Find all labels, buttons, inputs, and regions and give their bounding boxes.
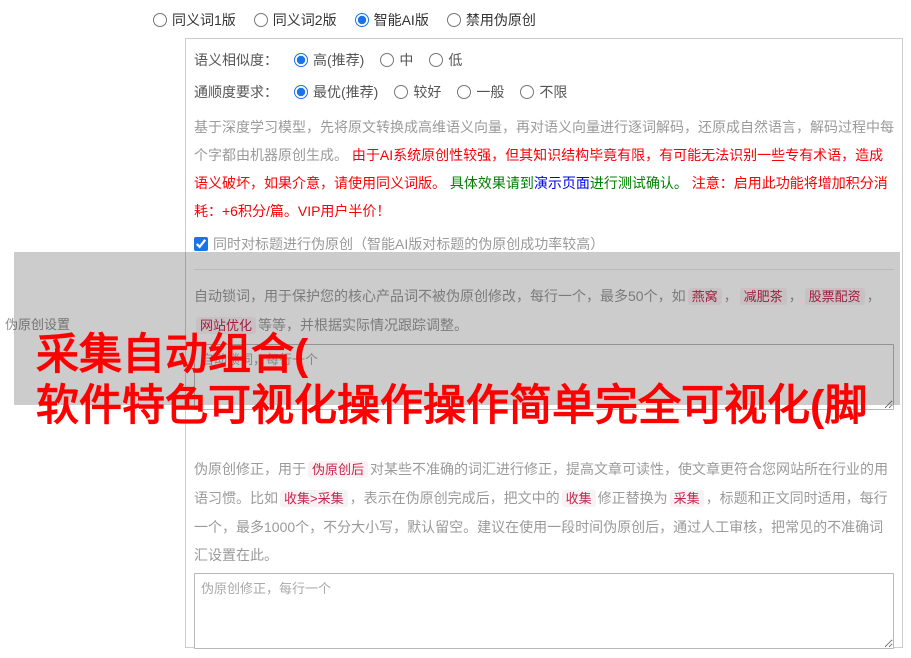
fix-desc-text-4: 修正替换为 [597,490,668,506]
red-watermark-text: 采集自动组合( 软件特色可视化操作操作简单完全可视化(脚 [36,330,867,432]
pseudo-original-version-group: 同义词1版 同义词2版 智能AI版 禁用伪原创 [153,10,536,30]
correction-textarea[interactable] [194,573,894,649]
intro-green-text-2: 进行测试确认。 [589,175,692,191]
radio-fluency-best-input[interactable] [294,85,308,99]
title-pseudo-checkbox-label: 同时对标题进行伪原创（智能AI版对标题的伪原创成功率较高） [213,236,605,252]
radio-smart-ai[interactable]: 智能AI版 [354,10,429,30]
radio-similarity-low-label: 低 [448,52,463,68]
radio-fluency-best[interactable]: 最优(推荐) [294,82,378,102]
fix-desc-text-3: ，表示在伪原创完成后，把文中的 [349,490,560,506]
title-pseudo-checkbox-row[interactable]: 同时对标题进行伪原创（智能AI版对标题的伪原创成功率较高） [194,234,894,254]
radio-synonym-v1[interactable]: 同义词1版 [153,10,236,30]
radio-similarity-high[interactable]: 高(推荐) [294,50,364,70]
radio-synonym-v2-label: 同义词2版 [272,12,337,28]
radio-similarity-mid-label: 中 [399,52,414,68]
radio-disable-pseudo[interactable]: 禁用伪原创 [446,10,536,30]
title-pseudo-checkbox[interactable] [194,237,208,251]
radio-synonym-v2-input[interactable] [253,13,268,27]
fluency-requirement-label: 通顺度要求： [194,84,278,100]
watermark-line-2: 软件特色可视化操作操作简单完全可视化(脚 [36,382,868,430]
watermark-line-1: 采集自动组合( [36,331,309,379]
radio-fluency-normal[interactable]: 一般 [457,82,504,102]
radio-fluency-any-input[interactable] [520,85,535,99]
ai-intro-paragraph: 基于深度学习模型，先将原文转换成高维语义向量，再对语义向量进行逐词解码，还原成自… [194,113,894,225]
radio-similarity-high-label: 高(推荐) [313,52,365,68]
radio-fluency-best-label: 最优(推荐) [313,84,379,100]
radio-fluency-normal-label: 一般 [476,84,505,100]
semantic-similarity-row: 语义相似度： 高(推荐) 中 低 [194,49,894,71]
fix-tag-to: 采集 [669,490,704,507]
fix-tag-from: 收集 [561,490,596,507]
radio-fluency-good-label: 较好 [413,84,442,100]
semantic-similarity-label: 语义相似度： [194,52,278,68]
radio-smart-ai-input[interactable] [354,13,369,27]
radio-synonym-v2[interactable]: 同义词2版 [253,10,337,30]
correction-description: 伪原创修正，用于 伪原创后 对某些不准确的词汇进行修正，提高文章可读性，使文章更符合… [194,455,894,569]
demo-page-link[interactable]: 演示页面 [534,175,590,191]
radio-fluency-any-label: 不限 [539,84,568,100]
radio-similarity-low-input[interactable] [429,53,444,67]
fluency-requirement-row: 通顺度要求： 最优(推荐) 较好 一般 不限 [194,81,894,103]
radio-disable-pseudo-input[interactable] [446,13,461,27]
radio-fluency-normal-input[interactable] [457,85,472,99]
fix-desc-text-1: 伪原创修正，用于 [194,461,306,477]
radio-fluency-any[interactable]: 不限 [520,82,567,102]
radio-fluency-good-input[interactable] [394,85,409,99]
radio-fluency-good[interactable]: 较好 [394,82,441,102]
radio-synonym-v1-label: 同义词1版 [172,12,236,28]
fix-tag-example: 收集>采集 [280,490,348,507]
radio-similarity-low[interactable]: 低 [429,50,462,70]
radio-smart-ai-label: 智能AI版 [373,12,429,28]
fix-tag-after: 伪原创后 [308,461,369,478]
radio-similarity-high-input[interactable] [294,53,308,67]
radio-similarity-mid[interactable]: 中 [380,50,413,70]
intro-green-text: 具体效果请到 [449,175,534,191]
radio-similarity-mid-input[interactable] [380,53,395,67]
radio-synonym-v1-input[interactable] [153,13,167,27]
radio-disable-pseudo-label: 禁用伪原创 [465,12,536,28]
